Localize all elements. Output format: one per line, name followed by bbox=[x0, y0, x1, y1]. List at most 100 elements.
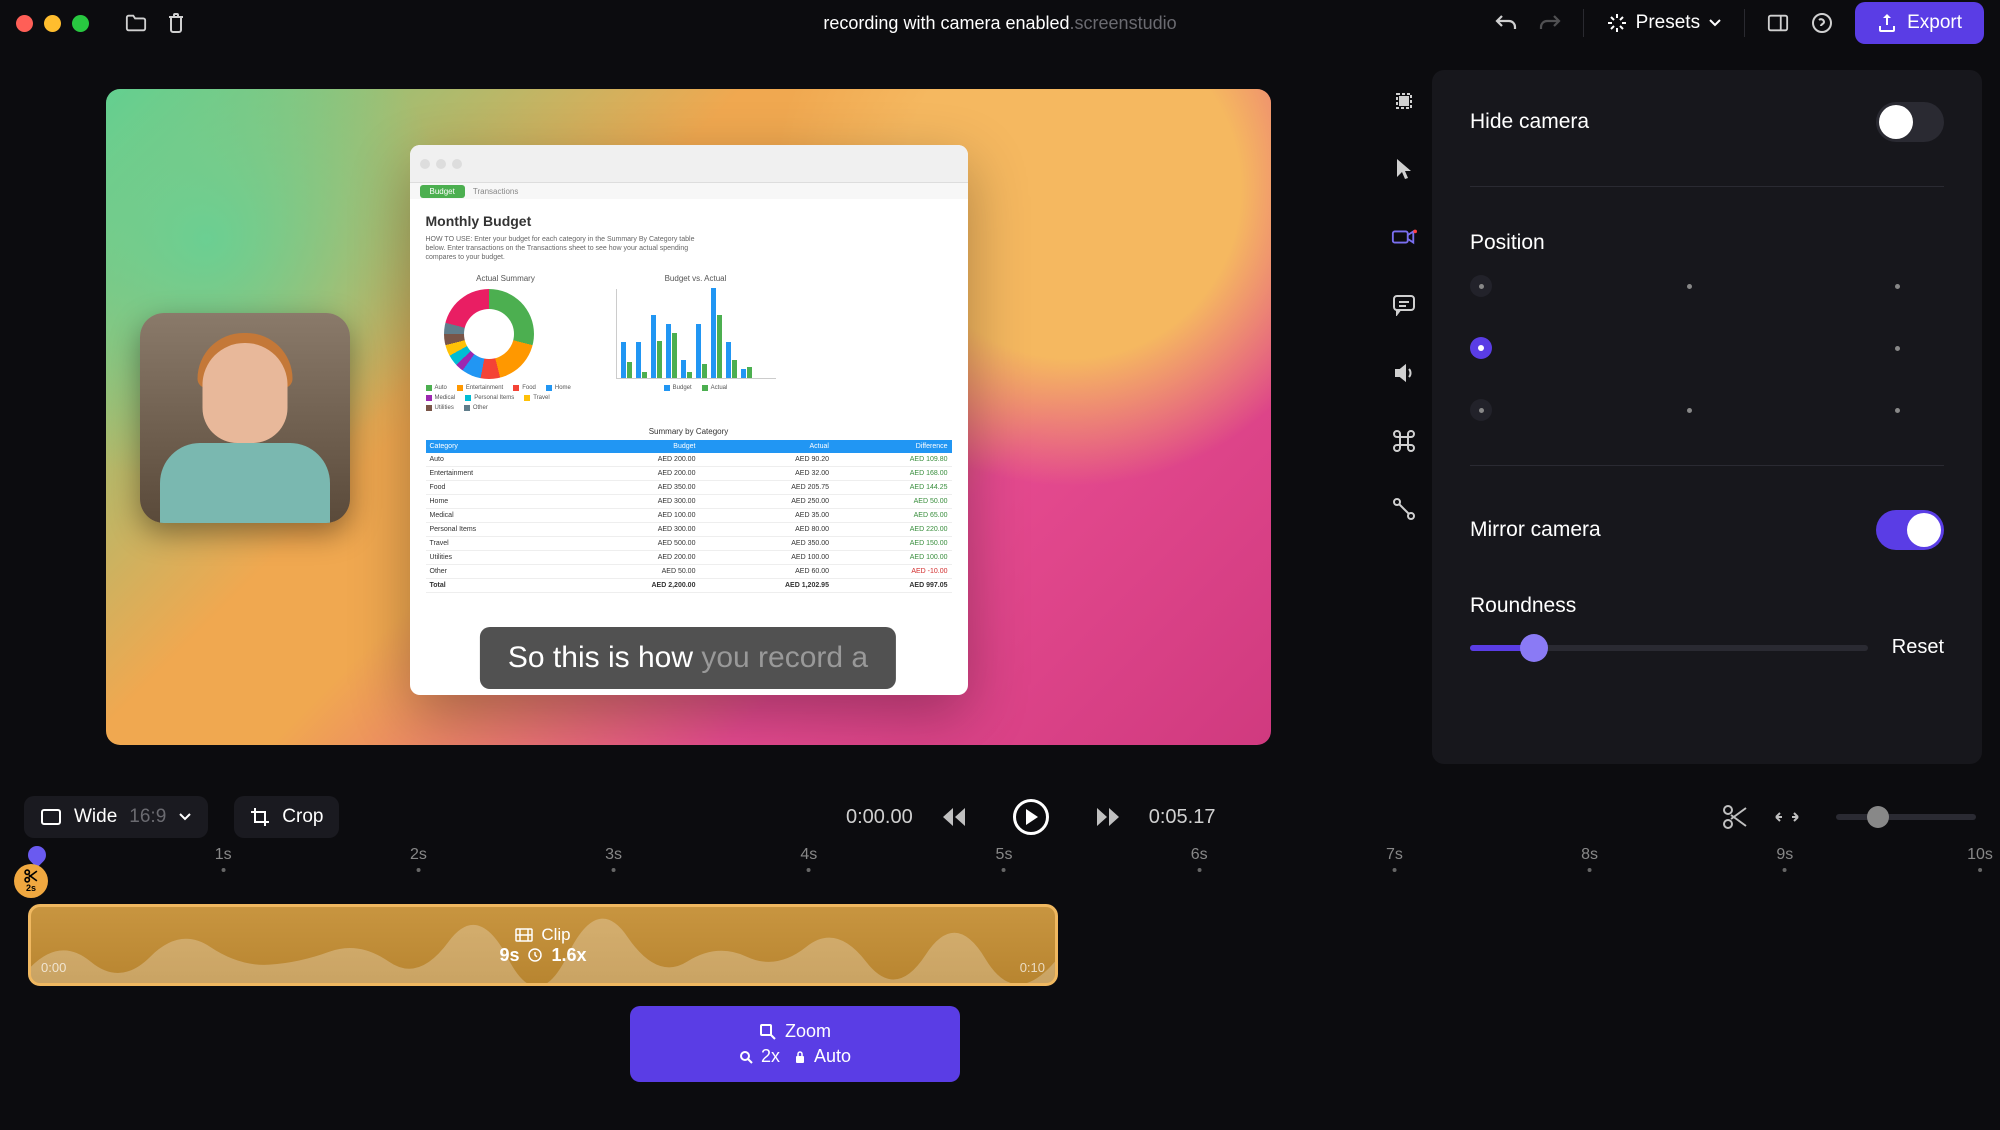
doc-description: HOW TO USE: Enter your budget for each c… bbox=[426, 235, 706, 262]
zoom-icon bbox=[759, 1023, 777, 1041]
ruler-mark: 6s bbox=[1191, 846, 1208, 872]
ruler-mark: 2s bbox=[410, 846, 427, 872]
position-bottom-left[interactable] bbox=[1470, 399, 1492, 421]
crop-button[interactable]: Crop bbox=[234, 796, 339, 838]
donut-chart bbox=[444, 289, 534, 379]
caption-spoken: So this is how bbox=[508, 641, 701, 674]
ruler-mark: 1s bbox=[215, 846, 232, 872]
position-middle-left[interactable] bbox=[1470, 337, 1492, 359]
fit-width-icon[interactable] bbox=[1774, 808, 1800, 826]
play-button[interactable] bbox=[1013, 799, 1049, 835]
aspect-icon bbox=[40, 808, 62, 826]
ruler-mark: 3s bbox=[605, 846, 622, 872]
window-controls bbox=[16, 15, 89, 32]
fullscreen-window-icon[interactable] bbox=[72, 15, 89, 32]
close-window-icon[interactable] bbox=[16, 15, 33, 32]
ruler-mark: 9s bbox=[1776, 846, 1793, 872]
spreadsheet-tab-active: Budget bbox=[420, 185, 465, 198]
time-ruler[interactable]: 1s2s3s4s5s6s7s8s9s10s bbox=[28, 846, 1976, 882]
sidebar-toggle-icon[interactable] bbox=[1767, 12, 1789, 34]
position-grid bbox=[1470, 275, 1944, 421]
shortcuts-tool-icon[interactable] bbox=[1391, 428, 1417, 454]
skip-forward-icon[interactable] bbox=[1095, 806, 1123, 828]
position-top-center[interactable] bbox=[1678, 275, 1700, 297]
frame-tool-icon[interactable] bbox=[1391, 88, 1417, 114]
table-row: EntertainmentAED 200.00AED 32.00AED 168.… bbox=[426, 467, 952, 481]
table-row: AutoAED 200.00AED 90.20AED 109.80 bbox=[426, 453, 952, 467]
timeline[interactable]: 2s 1s2s3s4s5s6s7s8s9s10s Clip 9s 1.6x 0:… bbox=[0, 846, 2000, 1130]
play-icon bbox=[1026, 809, 1038, 825]
position-bottom-right[interactable] bbox=[1886, 399, 1908, 421]
roundness-label: Roundness bbox=[1470, 594, 1944, 618]
summary-table: Category Budget Actual Difference AutoAE… bbox=[426, 440, 952, 593]
cut-icon[interactable] bbox=[1722, 804, 1748, 830]
chevron-down-icon bbox=[1708, 18, 1722, 28]
clip-end-time: 0:10 bbox=[1020, 960, 1045, 975]
caption-overlay: So this is how you record a bbox=[480, 627, 896, 689]
roundness-reset-button[interactable]: Reset bbox=[1892, 636, 1944, 659]
help-icon[interactable] bbox=[1811, 12, 1833, 34]
hide-camera-toggle[interactable] bbox=[1876, 102, 1944, 142]
doc-heading: Monthly Budget bbox=[426, 213, 952, 229]
captions-tool-icon[interactable] bbox=[1391, 292, 1417, 318]
table-row: Personal ItemsAED 300.00AED 80.00AED 220… bbox=[426, 523, 952, 537]
table-row: OtherAED 50.00AED 60.00AED -10.00 bbox=[426, 565, 952, 579]
total-time: 0:05.17 bbox=[1149, 806, 1216, 829]
folder-icon[interactable] bbox=[125, 12, 147, 34]
zoom-mode: Auto bbox=[814, 1046, 851, 1067]
zoom-track[interactable]: Zoom 2x Auto bbox=[630, 1006, 960, 1082]
crop-label: Crop bbox=[282, 806, 323, 828]
undo-icon[interactable] bbox=[1495, 12, 1517, 34]
tool-rail bbox=[1376, 46, 1432, 788]
redo-icon[interactable] bbox=[1539, 12, 1561, 34]
hide-camera-label: Hide camera bbox=[1470, 110, 1589, 134]
video-preview[interactable]: Budget Transactions Monthly Budget HOW T… bbox=[106, 89, 1271, 745]
aspect-ratio-dropdown[interactable]: Wide 16:9 bbox=[24, 796, 208, 838]
aspect-label: Wide bbox=[74, 806, 117, 828]
bar-chart bbox=[616, 289, 776, 379]
presets-dropdown[interactable]: Presets bbox=[1606, 12, 1722, 34]
table-row: FoodAED 350.00AED 205.75AED 144.25 bbox=[426, 481, 952, 495]
cursor-tool-icon[interactable] bbox=[1391, 156, 1417, 182]
camera-overlay[interactable] bbox=[140, 313, 350, 523]
table-row: MedicalAED 100.00AED 35.00AED 65.00 bbox=[426, 509, 952, 523]
skip-back-icon[interactable] bbox=[939, 806, 967, 828]
spreadsheet-tab-inactive: Transactions bbox=[473, 187, 519, 196]
ruler-mark: 8s bbox=[1581, 846, 1598, 872]
minimize-window-icon[interactable] bbox=[44, 15, 61, 32]
table-row: TravelAED 500.00AED 350.00AED 150.00 bbox=[426, 537, 952, 551]
magnify-icon bbox=[739, 1050, 753, 1064]
summary-table-title: Summary by Category bbox=[426, 427, 952, 436]
recorded-window: Budget Transactions Monthly Budget HOW T… bbox=[410, 145, 968, 695]
ruler-mark: 4s bbox=[800, 846, 817, 872]
clip-track[interactable]: Clip 9s 1.6x 0:00 0:10 bbox=[28, 904, 1058, 986]
trash-icon[interactable] bbox=[165, 12, 187, 34]
mirror-camera-label: Mirror camera bbox=[1470, 518, 1601, 542]
donut-legend: Auto Entertainment Food Home Medical Per… bbox=[426, 385, 586, 411]
properties-panel: Hide camera Position Mirror camera bbox=[1432, 70, 1982, 764]
connections-tool-icon[interactable] bbox=[1391, 496, 1417, 522]
chart-bars-title: Budget vs. Actual bbox=[616, 274, 776, 283]
position-bottom-center[interactable] bbox=[1678, 399, 1700, 421]
zoom-amount: 2x bbox=[761, 1046, 780, 1067]
export-button[interactable]: Export bbox=[1855, 2, 1984, 44]
ruler-mark: 5s bbox=[996, 846, 1013, 872]
chevron-down-icon bbox=[178, 812, 192, 822]
audio-tool-icon[interactable] bbox=[1391, 360, 1417, 386]
table-total-row: TotalAED 2,200.00AED 1,202.95AED 997.05 bbox=[426, 579, 952, 593]
titlebar: recording with camera enabled.screenstud… bbox=[0, 0, 2000, 46]
table-row: HomeAED 300.00AED 250.00AED 50.00 bbox=[426, 495, 952, 509]
waveform bbox=[31, 907, 1055, 986]
zoom-label: Zoom bbox=[785, 1021, 831, 1042]
roundness-slider[interactable] bbox=[1470, 645, 1868, 651]
position-middle-right[interactable] bbox=[1886, 337, 1908, 359]
cut-marker-label: 2s bbox=[26, 883, 36, 893]
crop-icon bbox=[250, 807, 270, 827]
chart-donut-title: Actual Summary bbox=[426, 274, 586, 283]
camera-tool-icon[interactable] bbox=[1391, 224, 1417, 250]
timeline-zoom-slider[interactable] bbox=[1836, 814, 1976, 820]
sparkle-icon bbox=[1606, 12, 1628, 34]
position-top-right[interactable] bbox=[1886, 275, 1908, 297]
mirror-camera-toggle[interactable] bbox=[1876, 510, 1944, 550]
position-top-left[interactable] bbox=[1470, 275, 1492, 297]
